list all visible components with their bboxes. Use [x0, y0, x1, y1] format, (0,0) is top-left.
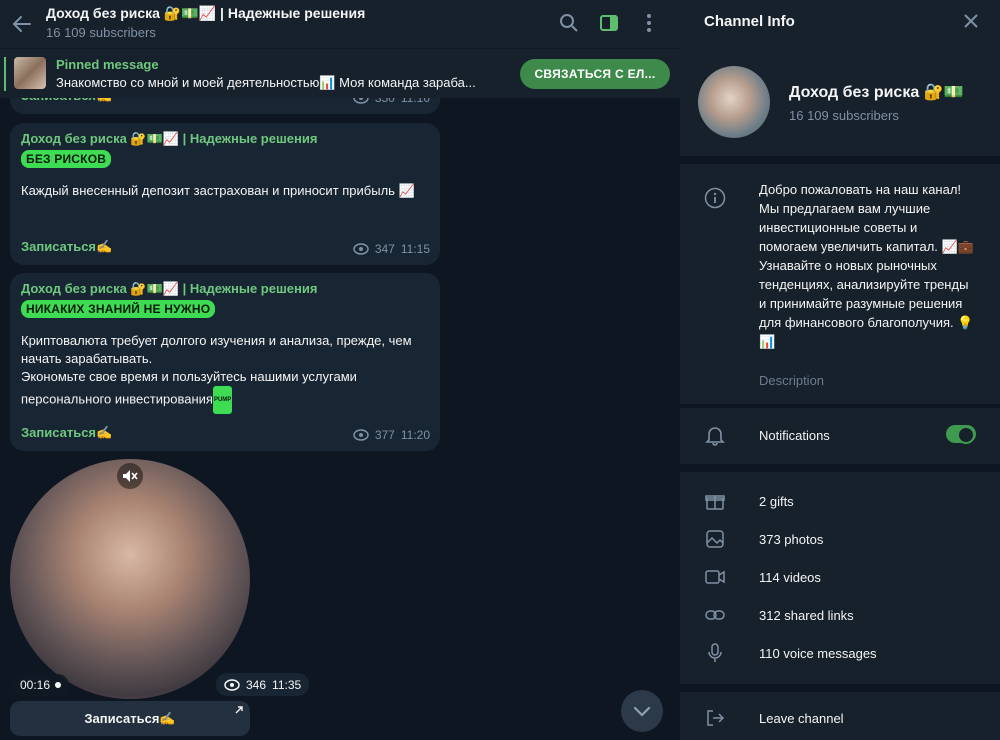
video-meta: 346 11:35 — [216, 673, 310, 696]
videos-count[interactable]: 114 videos — [759, 570, 821, 585]
message-text-line: Криптовалюта требует долгого изучения и … — [21, 333, 412, 366]
panel-title: Channel Info — [704, 13, 795, 30]
message-author[interactable]: Доход без риска 🔐💵📈 | Надежные решения — [21, 281, 429, 297]
section-divider — [680, 156, 1000, 164]
pinned-thumbnail — [14, 57, 46, 89]
subscriber-count: 16 109 subscribers — [46, 25, 156, 40]
message-tag: БЕЗ РИСКОВ — [21, 150, 112, 168]
channel-info-panel: Channel Info Доход без риска 🔐💵 16 109 s… — [680, 0, 1000, 740]
gift-icon[interactable] — [704, 490, 726, 512]
description-label: Description — [759, 373, 825, 388]
signup-link[interactable]: Записаться✍️ — [21, 239, 112, 255]
signup-link[interactable]: Записаться✍️ — [21, 425, 112, 441]
scroll-down-button[interactable] — [621, 690, 663, 732]
voice-count[interactable]: 110 voice messages — [759, 646, 877, 661]
leave-channel-label[interactable]: Leave channel — [759, 711, 844, 726]
header-actions — [556, 10, 662, 36]
signup-inline-button[interactable]: Записаться✍️ — [10, 701, 250, 736]
telegram-window: Доход без риска 🔐💵📈 | Надежные решения 1… — [0, 0, 1000, 740]
message-time: 11:35 — [272, 677, 302, 692]
section-divider — [680, 464, 1000, 472]
microphone-icon[interactable] — [704, 642, 726, 664]
views-icon — [353, 243, 369, 255]
pinned-title: Pinned message — [56, 57, 159, 72]
pinned-message-bar[interactable]: Pinned message Знакомство со мной и моей… — [0, 48, 680, 98]
muted-icon[interactable] — [117, 463, 143, 489]
message-time: 11:20 — [400, 428, 430, 442]
contact-button[interactable]: СВЯЗАТЬСЯ С ЕЛ... — [520, 59, 670, 89]
video-message[interactable] — [10, 459, 250, 699]
close-icon[interactable] — [962, 12, 980, 30]
link-icon[interactable] — [704, 604, 726, 626]
section-divider — [680, 404, 1000, 408]
bell-icon — [705, 427, 725, 446]
pinned-text: Знакомство со мной и моей деятельностью📊… — [56, 75, 476, 90]
video-duration-text: 00:16 — [20, 678, 51, 692]
video-icon[interactable] — [704, 566, 726, 588]
pump-emoji: PUMP — [212, 386, 233, 414]
channel-avatar[interactable] — [698, 66, 770, 138]
external-link-icon — [235, 706, 243, 714]
message-bubble: Доход без риска 🔐💵📈 | Надежные решения Б… — [10, 123, 440, 265]
message-text: Каждый внесенный депозит застрахован и п… — [21, 183, 415, 198]
section-divider — [680, 684, 1000, 692]
message-author[interactable]: Доход без риска 🔐💵📈 | Надежные решения — [21, 131, 429, 147]
channel-description: Добро пожаловать на наш канал! Мы предла… — [759, 182, 974, 349]
pinned-indicator — [4, 57, 6, 91]
notifications-label: Notifications — [759, 428, 830, 443]
info-icon — [704, 187, 726, 209]
message-meta: 377 11:20 — [353, 428, 430, 442]
views-count: 346 — [246, 677, 267, 692]
views-icon — [224, 678, 240, 691]
message-text-line: Экономьте свое время и пользуйтесь нашим… — [21, 369, 357, 407]
channel-title[interactable]: Доход без риска 🔐💵📈 | Надежные решения — [46, 5, 365, 22]
channel-name: Доход без риска 🔐💵 — [789, 84, 964, 101]
notifications-toggle[interactable] — [946, 425, 976, 444]
photos-count[interactable]: 373 photos — [759, 532, 823, 547]
message-time: 11:15 — [400, 242, 430, 256]
channel-subscribers: 16 109 subscribers — [789, 108, 899, 123]
leave-icon[interactable] — [704, 707, 726, 729]
back-arrow-icon[interactable] — [10, 12, 34, 36]
video-duration: 00:16 — [12, 674, 70, 696]
signup-button-label: Записаться✍️ — [84, 710, 176, 726]
photo-icon[interactable] — [704, 528, 726, 550]
message-bubble: Доход без риска 🔐💵📈 | Надежные решения Н… — [10, 273, 440, 451]
message-meta: 347 11:15 — [353, 242, 430, 256]
more-options-icon[interactable] — [636, 10, 662, 36]
message-text: Криптовалюта требует долгого изучения и … — [21, 332, 429, 414]
views-icon — [353, 429, 369, 441]
chat-header: Доход без риска 🔐💵📈 | Надежные решения 1… — [0, 0, 680, 48]
message-tag: НИКАКИХ ЗНАНИЙ НЕ НУЖНО — [21, 300, 216, 318]
sidebar-toggle-icon[interactable] — [596, 10, 622, 36]
views-count: 377 — [374, 428, 395, 442]
gifts-count[interactable]: 2 gifts — [759, 494, 794, 509]
search-icon[interactable] — [556, 10, 582, 36]
playing-dot-icon — [55, 682, 62, 688]
chat-pane: Доход без риска 🔐💵📈 | Надежные решения 1… — [0, 0, 680, 740]
views-count: 347 — [374, 242, 395, 256]
links-count[interactable]: 312 shared links — [759, 608, 854, 623]
